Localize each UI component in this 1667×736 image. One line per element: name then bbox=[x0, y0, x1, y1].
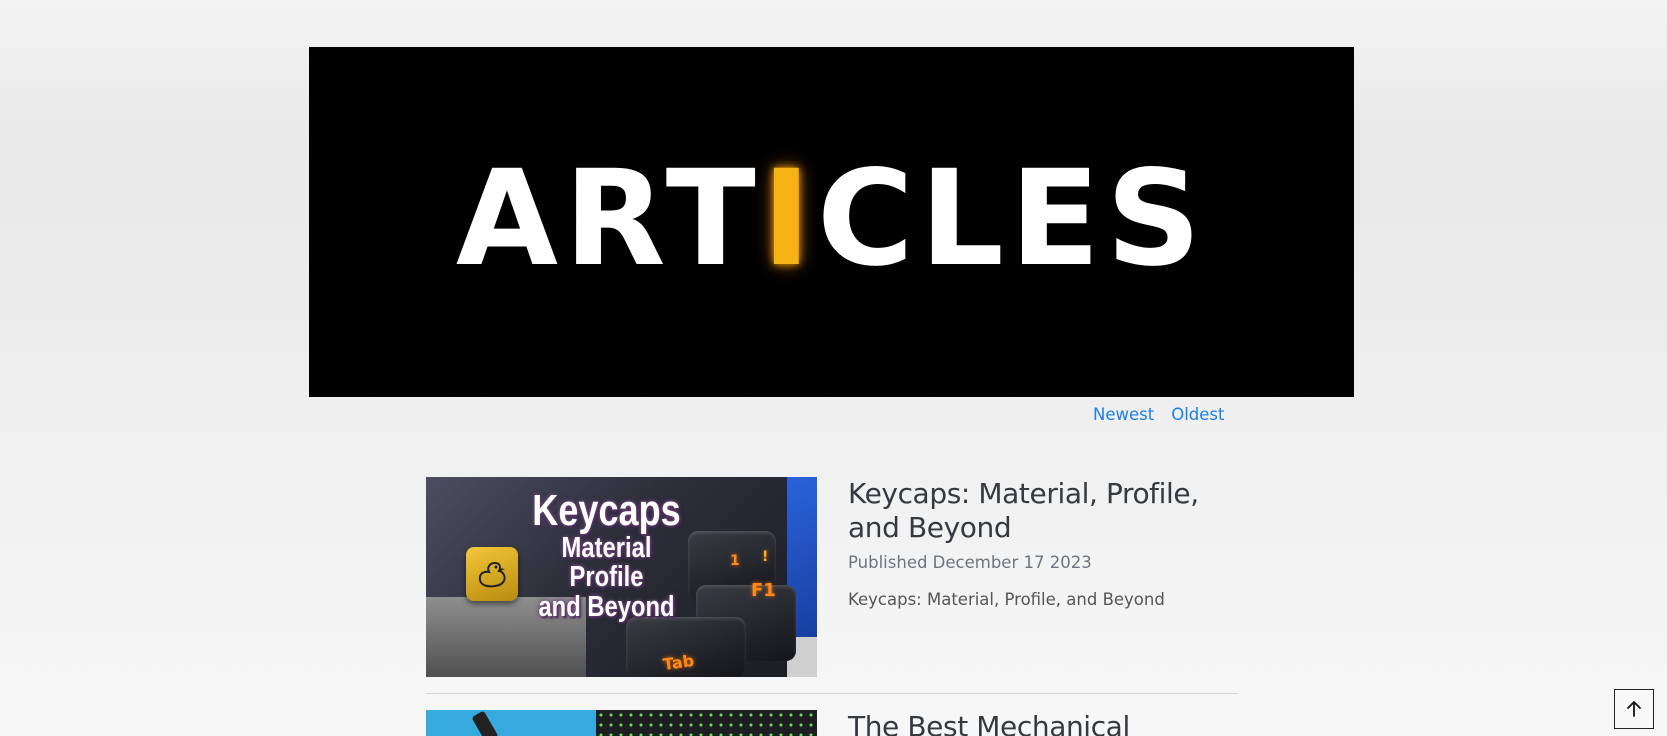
thumbnail-text-line-1: Keycaps bbox=[532, 486, 681, 535]
thumbnail-text-line-4: and Beyond bbox=[538, 591, 675, 624]
thumbnail-usb-cable bbox=[471, 710, 499, 736]
banner-title-part-1: ART bbox=[455, 142, 762, 296]
article-body: Keycaps: Material, Profile, and Beyond P… bbox=[848, 477, 1238, 677]
article-date: Published December 17 2023 bbox=[848, 553, 1092, 572]
banner-title-part-2: CLES bbox=[816, 142, 1208, 296]
thumbnail-text-line-3: Profile bbox=[569, 561, 644, 594]
thumbnail-key-label-f1: F1 bbox=[751, 580, 776, 601]
sort-links: Newest Oldest bbox=[1093, 405, 1224, 424]
article-thumbnail[interactable]: 1 ! F1 Tab Keycaps Material Profile and … bbox=[426, 477, 817, 677]
article-thumbnail[interactable] bbox=[426, 710, 817, 736]
article-divider bbox=[426, 693, 1238, 694]
article-title-link[interactable]: The Best Mechanical bbox=[848, 710, 1238, 736]
articles-banner: ART I CLES bbox=[309, 47, 1354, 397]
article-title-link[interactable]: Keycaps: Material, Profile, and Beyond bbox=[848, 477, 1238, 545]
article-card: 1 ! F1 Tab Keycaps Material Profile and … bbox=[426, 477, 1238, 677]
thumbnail-text-line-2: Material bbox=[561, 531, 652, 564]
arrow-up-icon bbox=[1627, 701, 1641, 717]
thumbnail-overlay-text: Keycaps Material Profile and Beyond bbox=[458, 486, 754, 624]
sort-oldest-link[interactable]: Oldest bbox=[1171, 405, 1224, 424]
thumbnail-key-label-ex: ! bbox=[762, 549, 769, 565]
thumbnail-keyboard bbox=[596, 710, 817, 736]
banner-title: ART I CLES bbox=[456, 153, 1207, 285]
sort-newest-link[interactable]: Newest bbox=[1093, 405, 1154, 424]
back-to-top-button[interactable] bbox=[1614, 689, 1654, 729]
article-body: The Best Mechanical bbox=[848, 710, 1238, 736]
article-card: The Best Mechanical bbox=[426, 710, 1238, 736]
article-excerpt: Keycaps: Material, Profile, and Beyond bbox=[848, 590, 1165, 609]
banner-title-glow-letter: I bbox=[761, 142, 817, 296]
